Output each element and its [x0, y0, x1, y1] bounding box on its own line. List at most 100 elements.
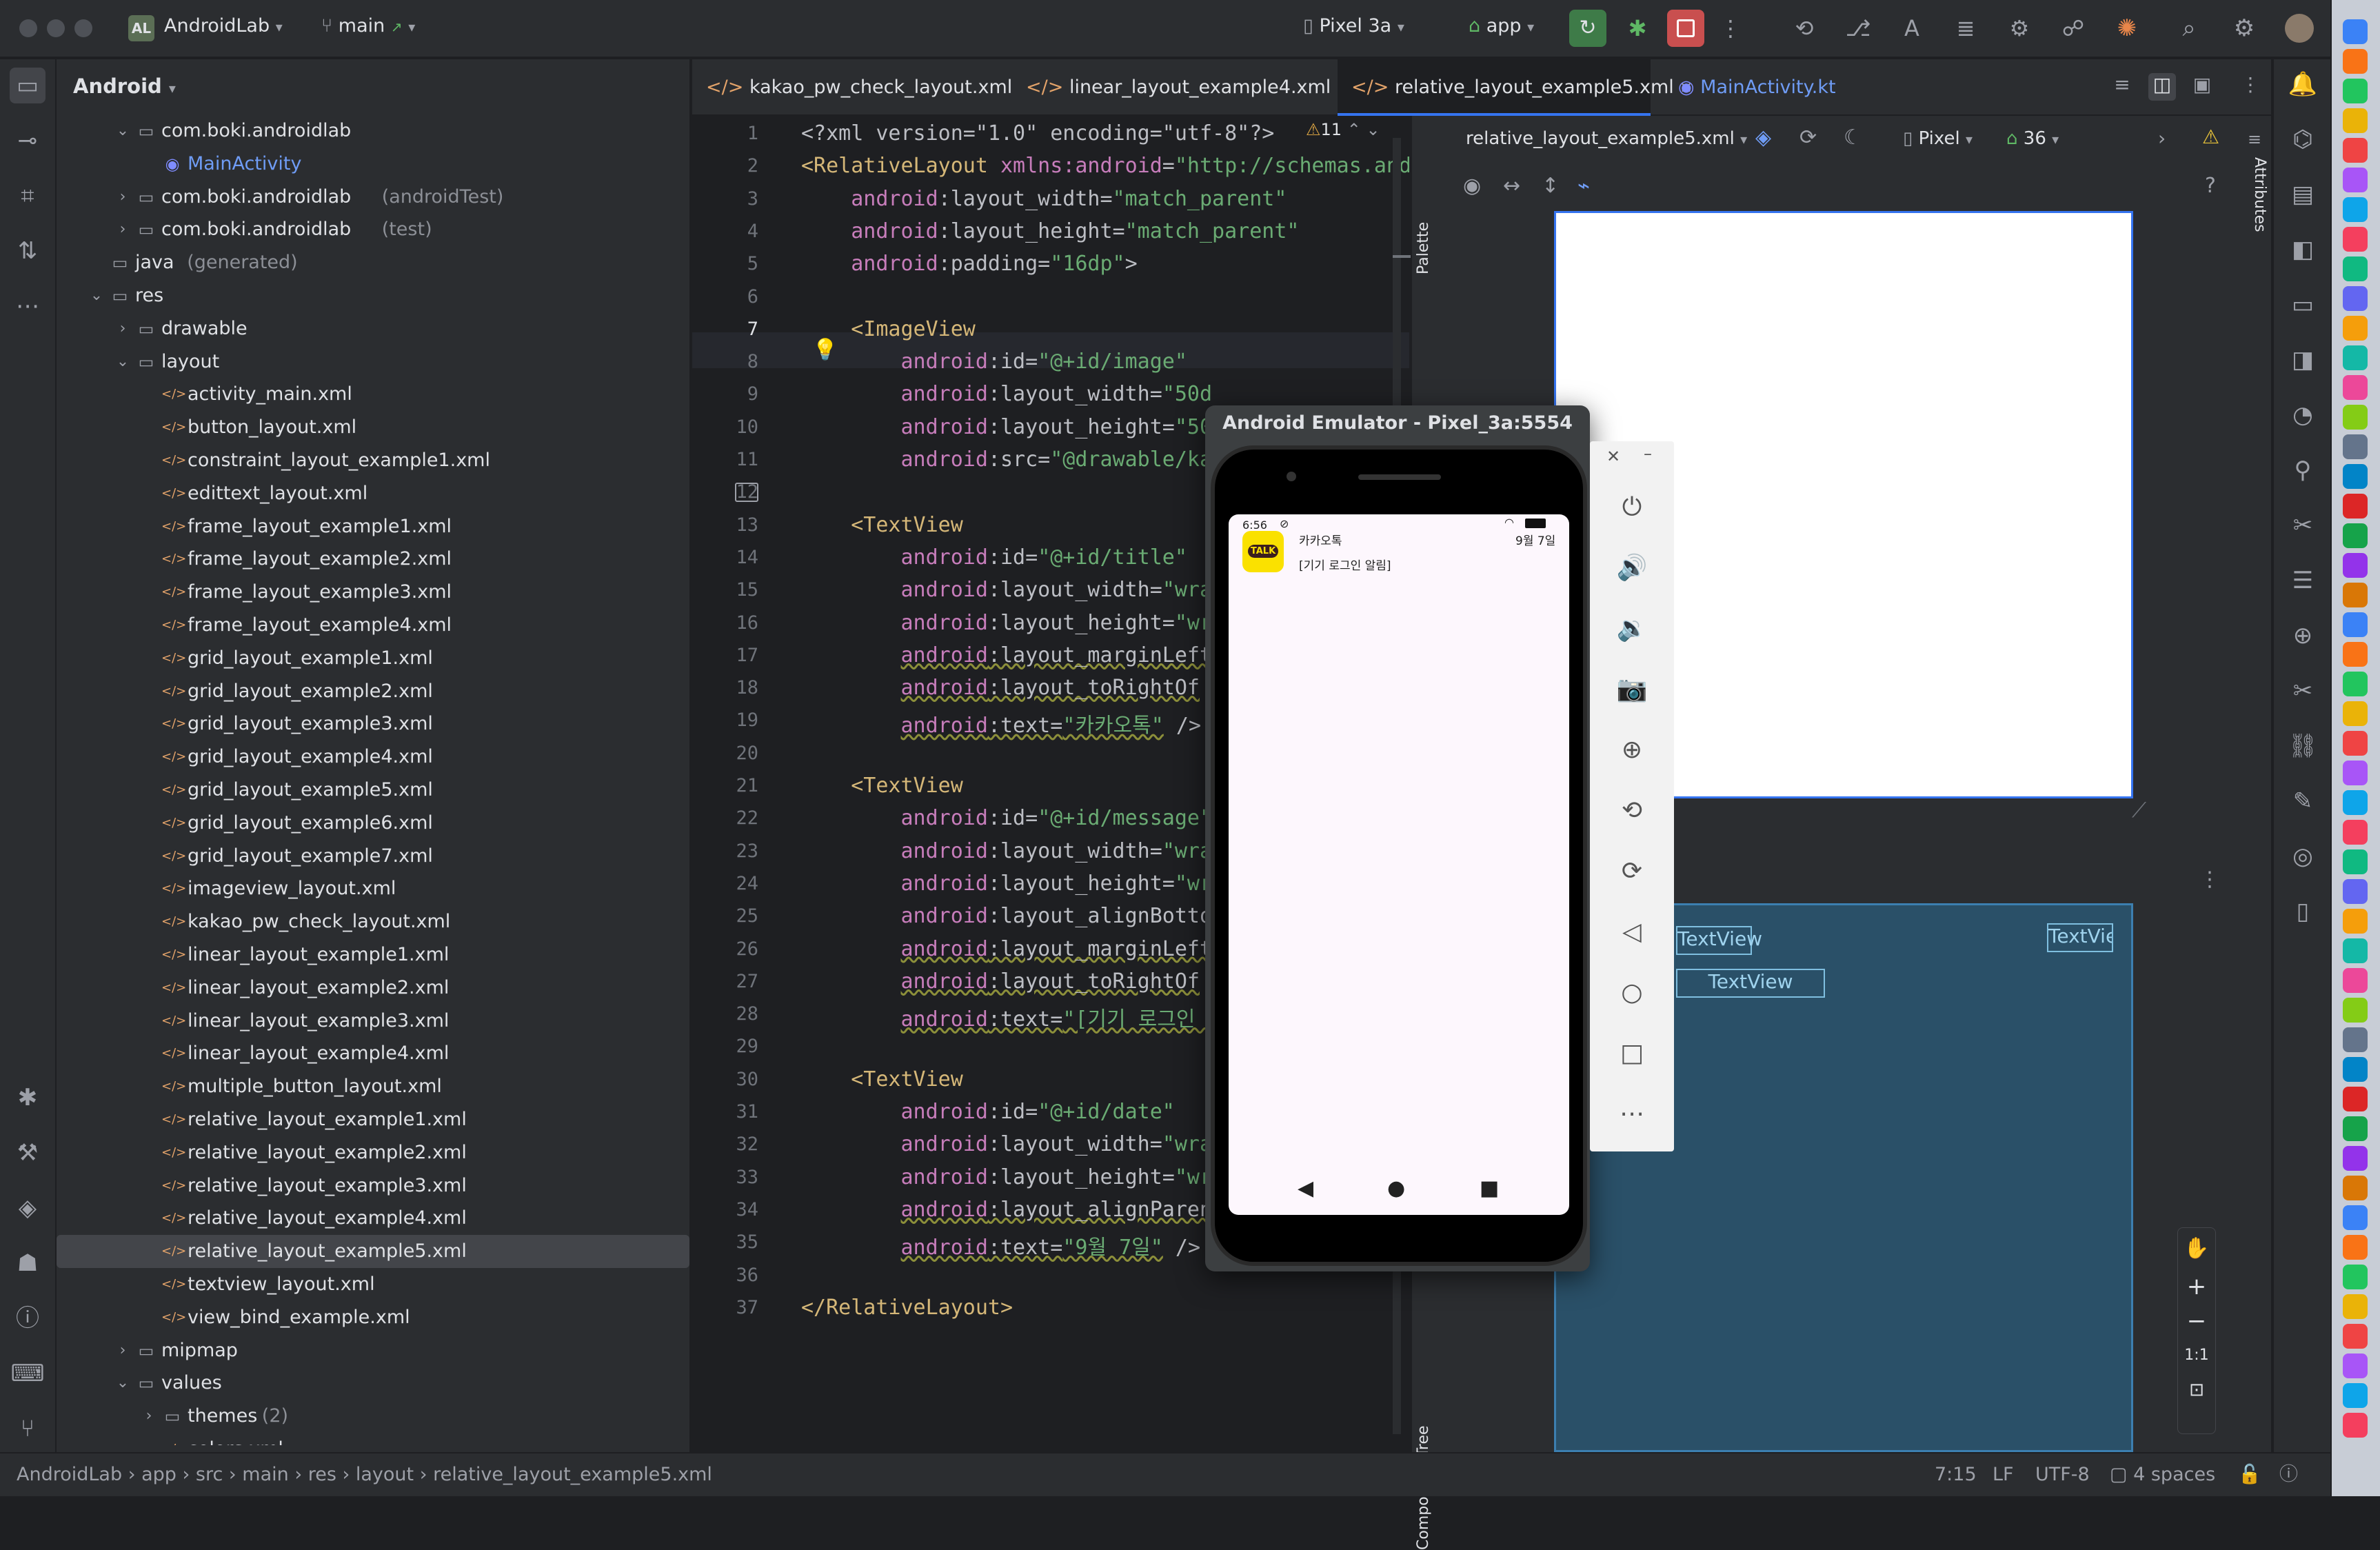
dock-app-icon[interactable]	[2343, 19, 2368, 44]
layout-file-selector[interactable]: relative_layout_example5.xml ▾	[1466, 128, 1747, 149]
code-line[interactable]: android:layout_height="wr	[801, 611, 1213, 635]
apply-changes-icon[interactable]: ⟲	[1786, 10, 1823, 47]
power-button[interactable]: ⏻	[1614, 490, 1650, 525]
design-view-icon[interactable]: ▣	[2188, 73, 2216, 101]
device-manager-icon[interactable]: ☍	[2055, 10, 2092, 47]
code-line[interactable]: <TextView	[801, 774, 963, 798]
user-avatar[interactable]	[2285, 14, 2314, 43]
magnet-icon[interactable]: ⌁	[1577, 174, 1590, 198]
extended-controls-button[interactable]: ⋯	[1614, 1096, 1650, 1132]
blueprint-textview-title[interactable]: TextView	[1676, 926, 1762, 955]
more-actions-icon[interactable]: ⋮	[1717, 10, 1744, 47]
code-line[interactable]: android:src="@drawable/ka	[801, 447, 1213, 472]
dock-app-icon[interactable]	[2343, 761, 2368, 785]
breadcrumb-item[interactable]: res	[308, 1464, 336, 1485]
code-line[interactable]: <RelativeLayout xmlns:android="http://sc…	[801, 154, 1409, 178]
device-file-explorer-icon[interactable]: ▤	[2285, 177, 2321, 212]
app-inspection-icon[interactable]: ⚲	[2285, 452, 2321, 488]
dock-app-icon[interactable]	[2343, 820, 2368, 845]
tools-icon[interactable]: ✂	[2285, 673, 2321, 709]
horizontal-resize-icon[interactable]: ↔	[1503, 174, 1520, 198]
resize-handle-icon[interactable]: ⟋	[2132, 798, 2146, 823]
sdk-manager-icon[interactable]: ⚙	[2001, 10, 2038, 47]
dock-app-icon[interactable]	[2343, 168, 2368, 192]
emulator-title[interactable]: Android Emulator - Pixel_3a:5554	[1205, 405, 1590, 441]
dock-app-icon[interactable]	[2343, 642, 2368, 667]
run-config-selector[interactable]: ⌂ app ▾	[1469, 15, 1534, 37]
dock-app-icon[interactable]	[2343, 494, 2368, 519]
blueprint-textview-date[interactable]: TextVie	[2047, 923, 2113, 952]
debug-button[interactable]: ✱	[1619, 10, 1656, 47]
profiler-icon[interactable]: ◔	[2285, 397, 2321, 433]
app-links-icon[interactable]: ⛓	[2285, 728, 2321, 764]
split-view-icon[interactable]: ◫	[2148, 73, 2176, 101]
code-line[interactable]: android:layout_height="50	[801, 415, 1213, 439]
dock-app-icon[interactable]	[2343, 79, 2368, 103]
breadcrumb-item[interactable]: app	[141, 1464, 177, 1485]
volume-down-button[interactable]: 🔉	[1614, 611, 1650, 647]
code-line[interactable]: android:layout_width="wra	[801, 578, 1213, 602]
code-line[interactable]: android:padding="16dp">	[801, 252, 1137, 276]
breadcrumb-item[interactable]: layout	[356, 1464, 414, 1485]
dock-app-icon[interactable]	[2343, 49, 2368, 74]
rerun-button[interactable]: ↻	[1569, 10, 1606, 47]
edit-icon[interactable]: ✎	[2285, 783, 2321, 819]
line-separator[interactable]: LF	[1993, 1453, 2014, 1496]
inspection-widget[interactable]: ⚠11 ⌃ ⌄	[1306, 120, 1380, 139]
dock-app-icon[interactable]	[2343, 138, 2368, 163]
problems-status-icon[interactable]: ⓘ	[2279, 1453, 2298, 1496]
dock-app-icon[interactable]	[2343, 523, 2368, 548]
dock-app-icon[interactable]	[2343, 998, 2368, 1023]
dock-app-icon[interactable]	[2343, 938, 2368, 963]
build-variants-icon[interactable]: ✂	[2285, 507, 2321, 543]
component-tree-tab[interactable]: Component Tree	[1415, 1288, 1440, 1550]
dock-app-icon[interactable]	[2343, 553, 2368, 578]
dock-app-icon[interactable]	[2343, 1235, 2368, 1260]
device-mirror-icon[interactable]: ▯	[2285, 894, 2321, 929]
dock-app-icon[interactable]	[2343, 1324, 2368, 1349]
code-editor[interactable]: 1 <?xml version="1.0" encoding="utf-8"?> 2…	[0, 0, 1409, 1452]
code-line[interactable]: </RelativeLayout>	[801, 1296, 1013, 1320]
search-icon[interactable]: ⌕	[2170, 10, 2208, 47]
code-line[interactable]: android:layout_marginLeft	[801, 937, 1213, 961]
palette-tab[interactable]: Palette	[1415, 130, 1440, 274]
back-button[interactable]: ◁	[1614, 914, 1650, 950]
dock-app-icon[interactable]	[2343, 879, 2368, 904]
code-line[interactable]: android:layout_toRightOf	[801, 969, 1200, 994]
code-line[interactable]: android:layout_alignBotto	[801, 904, 1213, 928]
dock-app-icon[interactable]	[2343, 1027, 2368, 1052]
code-line[interactable]: android:text="카카오톡" />	[801, 708, 1202, 738]
code-line[interactable]: android:layout_width="wra	[801, 839, 1213, 863]
zoom-to-fit-icon[interactable]: ⊡	[2178, 1373, 2215, 1407]
stop-button[interactable]	[1667, 10, 1704, 47]
assistant-icon[interactable]: ⊕	[2285, 618, 2321, 654]
volume-up-button[interactable]: 🔊	[1614, 550, 1650, 586]
settings-gear-icon[interactable]: ⚙	[2226, 10, 2263, 47]
emulator-icon[interactable]: ◨	[2285, 342, 2321, 378]
code-line[interactable]: android:layout_height="match_parent"	[801, 219, 1299, 243]
code-line[interactable]: android:layout_width="match_parent"	[801, 187, 1287, 211]
structure-list-icon[interactable]: ☰	[2285, 563, 2321, 598]
eye-icon[interactable]: ◉	[1463, 174, 1481, 198]
preview-device-selector[interactable]: ▯ Pixel ▾	[1903, 128, 1973, 149]
blueprint-textview-message[interactable]: TextView	[1676, 969, 1825, 998]
night-mode-icon[interactable]: ☾	[1844, 125, 1862, 150]
zoom-in-button[interactable]: +	[2178, 1269, 2215, 1304]
code-line[interactable]: android:id="@+id/title"	[801, 545, 1187, 570]
code-line[interactable]: android:layout_height="wr	[801, 872, 1213, 896]
dock-app-icon[interactable]	[2343, 227, 2368, 252]
dock-app-icon[interactable]	[2343, 256, 2368, 281]
dock-app-icon[interactable]	[2343, 612, 2368, 637]
more-tabs-icon[interactable]: ⋮	[2237, 73, 2264, 101]
overview-button[interactable]: □	[1614, 1036, 1650, 1071]
dock-app-icon[interactable]	[2343, 1087, 2368, 1111]
dock-app-icon[interactable]	[2343, 1057, 2368, 1082]
lock-icon[interactable]: 🔓	[2238, 1453, 2261, 1496]
phone-screen[interactable]: 6:56 ⊘ ◠ TALK 카카오톡 [기기 로그인 알림] 9월 7일 ◀ ●…	[1229, 514, 1569, 1215]
dock-app-icon[interactable]	[2343, 790, 2368, 815]
dock-app-icon[interactable]	[2343, 1383, 2368, 1408]
pan-hand-icon[interactable]: ✋	[2178, 1228, 2215, 1269]
code-line[interactable]: android:layout_width="50d	[801, 382, 1213, 406]
nav-back-button[interactable]: ◀	[1298, 1176, 1313, 1200]
dock-app-icon[interactable]	[2343, 1205, 2368, 1230]
